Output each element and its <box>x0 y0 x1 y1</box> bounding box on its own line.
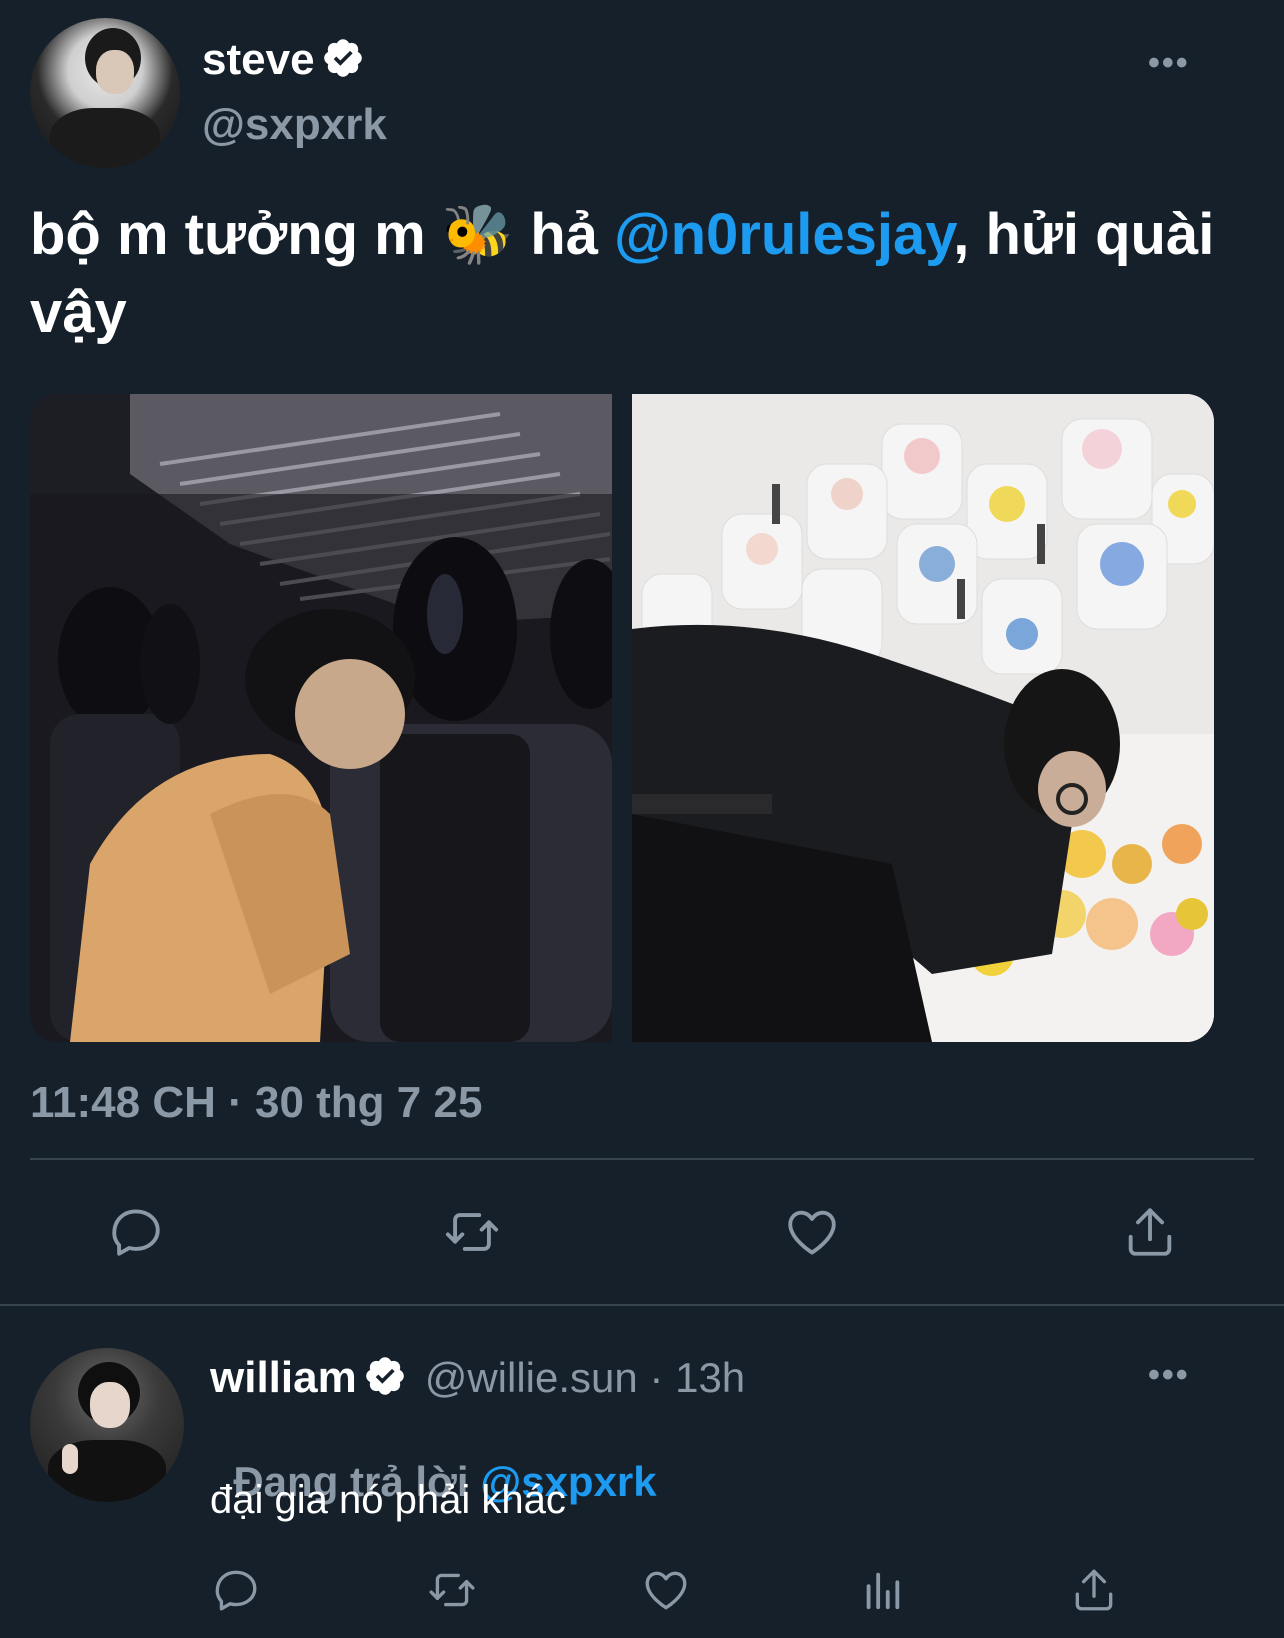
author-handle[interactable]: @sxpxrk <box>202 100 387 150</box>
tweet-media[interactable] <box>30 394 1214 1042</box>
reply-share-icon[interactable] <box>1064 1562 1124 1618</box>
like-icon[interactable] <box>776 1200 848 1264</box>
mention-link[interactable]: @n0rulesjay <box>614 202 953 267</box>
media-photo-2[interactable] <box>632 394 1214 1042</box>
reply-author-avatar[interactable] <box>30 1348 184 1502</box>
tweet-timestamp[interactable]: 11:48 CH · 30 thg 7 25 <box>30 1078 482 1128</box>
tweet-text: bộ m tưởng m 🐝 hả @n0rulesjay, hửi quài … <box>30 196 1240 352</box>
more-horizontal-icon[interactable]: ••• <box>1148 44 1190 83</box>
media-gap <box>612 394 632 1042</box>
divider-top <box>30 1158 1254 1160</box>
share-icon[interactable] <box>1114 1200 1186 1264</box>
verified-badge-icon <box>321 36 365 85</box>
author-name[interactable]: steve <box>202 35 315 85</box>
reply-time[interactable]: 13h <box>675 1354 745 1402</box>
reply-retweet-icon[interactable] <box>420 1562 484 1618</box>
divider-bottom <box>0 1304 1284 1306</box>
media-photo-1[interactable] <box>30 394 612 1042</box>
reply-header: william @willie.sun · 13h <box>210 1350 745 1406</box>
reply-time-separator: · <box>637 1354 676 1401</box>
reply-author-name[interactable]: william <box>210 1353 357 1403</box>
reply-text: đại gia nó phải khác <box>210 1478 566 1522</box>
reply-more-horizontal-icon[interactable]: ••• <box>1148 1356 1190 1395</box>
reply-like-icon[interactable] <box>636 1562 696 1618</box>
reply-author-handle[interactable]: @willie.sun <box>425 1354 638 1402</box>
bee-emoji: 🐝 <box>441 202 515 267</box>
verified-badge-icon <box>363 1354 407 1403</box>
reply-reply-icon[interactable] <box>206 1562 266 1618</box>
tweet-text-part1: bộ m tưởng m <box>30 202 442 267</box>
analytics-icon[interactable] <box>852 1562 912 1618</box>
tweet-text-part2: hả <box>514 202 615 267</box>
retweet-icon[interactable] <box>436 1200 508 1264</box>
author-avatar[interactable] <box>30 18 180 168</box>
author-name-row[interactable]: steve <box>202 32 365 88</box>
reply-icon[interactable] <box>100 1200 172 1264</box>
